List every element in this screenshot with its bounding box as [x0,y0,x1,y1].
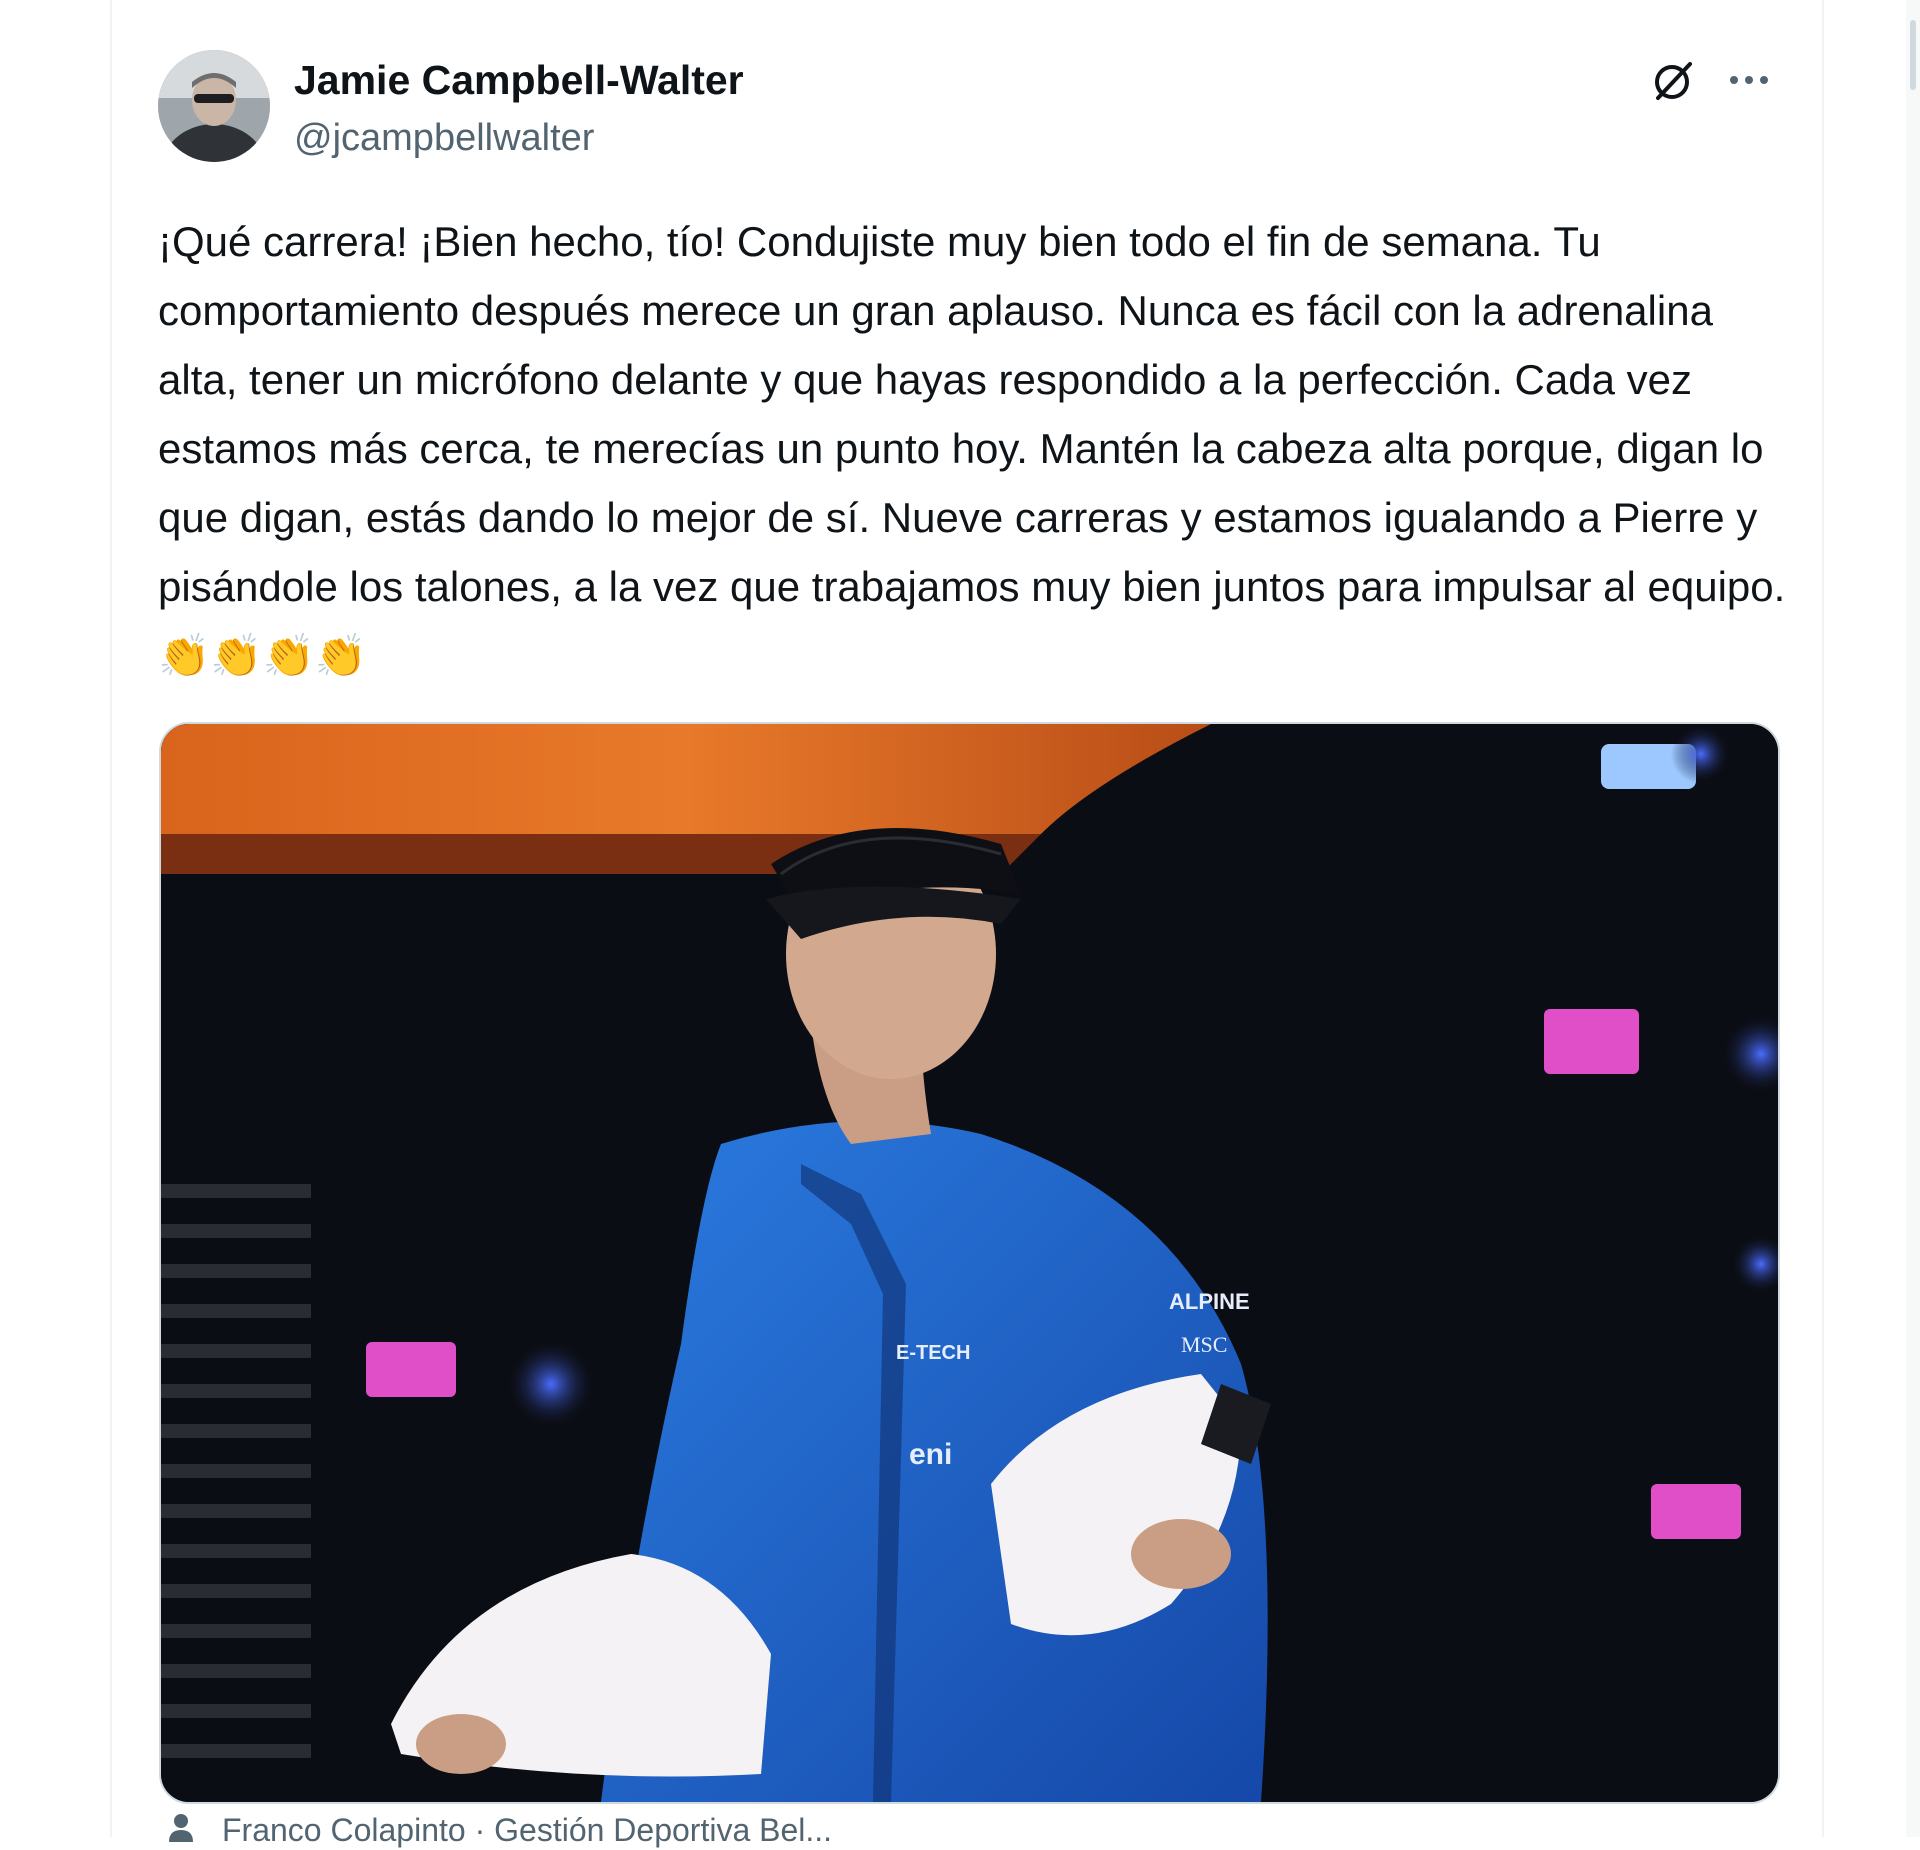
jacket-print-eni: eni [909,1438,952,1471]
tweet-card[interactable]: Jamie Campbell-Walter @jcampbellwalter ¡… [112,0,1822,1848]
more-icon[interactable] [1724,60,1774,100]
author-display-name[interactable]: Jamie Campbell-Walter [294,56,744,104]
scrollbar-track[interactable] [1906,0,1920,1837]
author-avatar[interactable] [158,50,270,162]
person-icon [166,1812,196,1842]
tweet-text: ¡Qué carrera! ¡Bien hecho, tío! Condujis… [158,218,1786,679]
timeline-right-border [1822,0,1824,1837]
author-handle[interactable]: @jcampbellwalter [294,116,594,160]
jacket-print-etech: E-TECH [896,1342,970,1364]
grok-icon[interactable] [1648,56,1698,106]
jacket-print-msc: MSC [1181,1332,1227,1357]
jacket-print-alpine: ALPINE [1169,1289,1250,1314]
tagged-users[interactable]: Franco Colapinto · Gestión Deportiva Bel… [222,1810,832,1850]
scrollbar-thumb[interactable] [1910,20,1916,90]
tweet-photo[interactable]: ALPINE MSC E-TECH eni [159,722,1780,1804]
